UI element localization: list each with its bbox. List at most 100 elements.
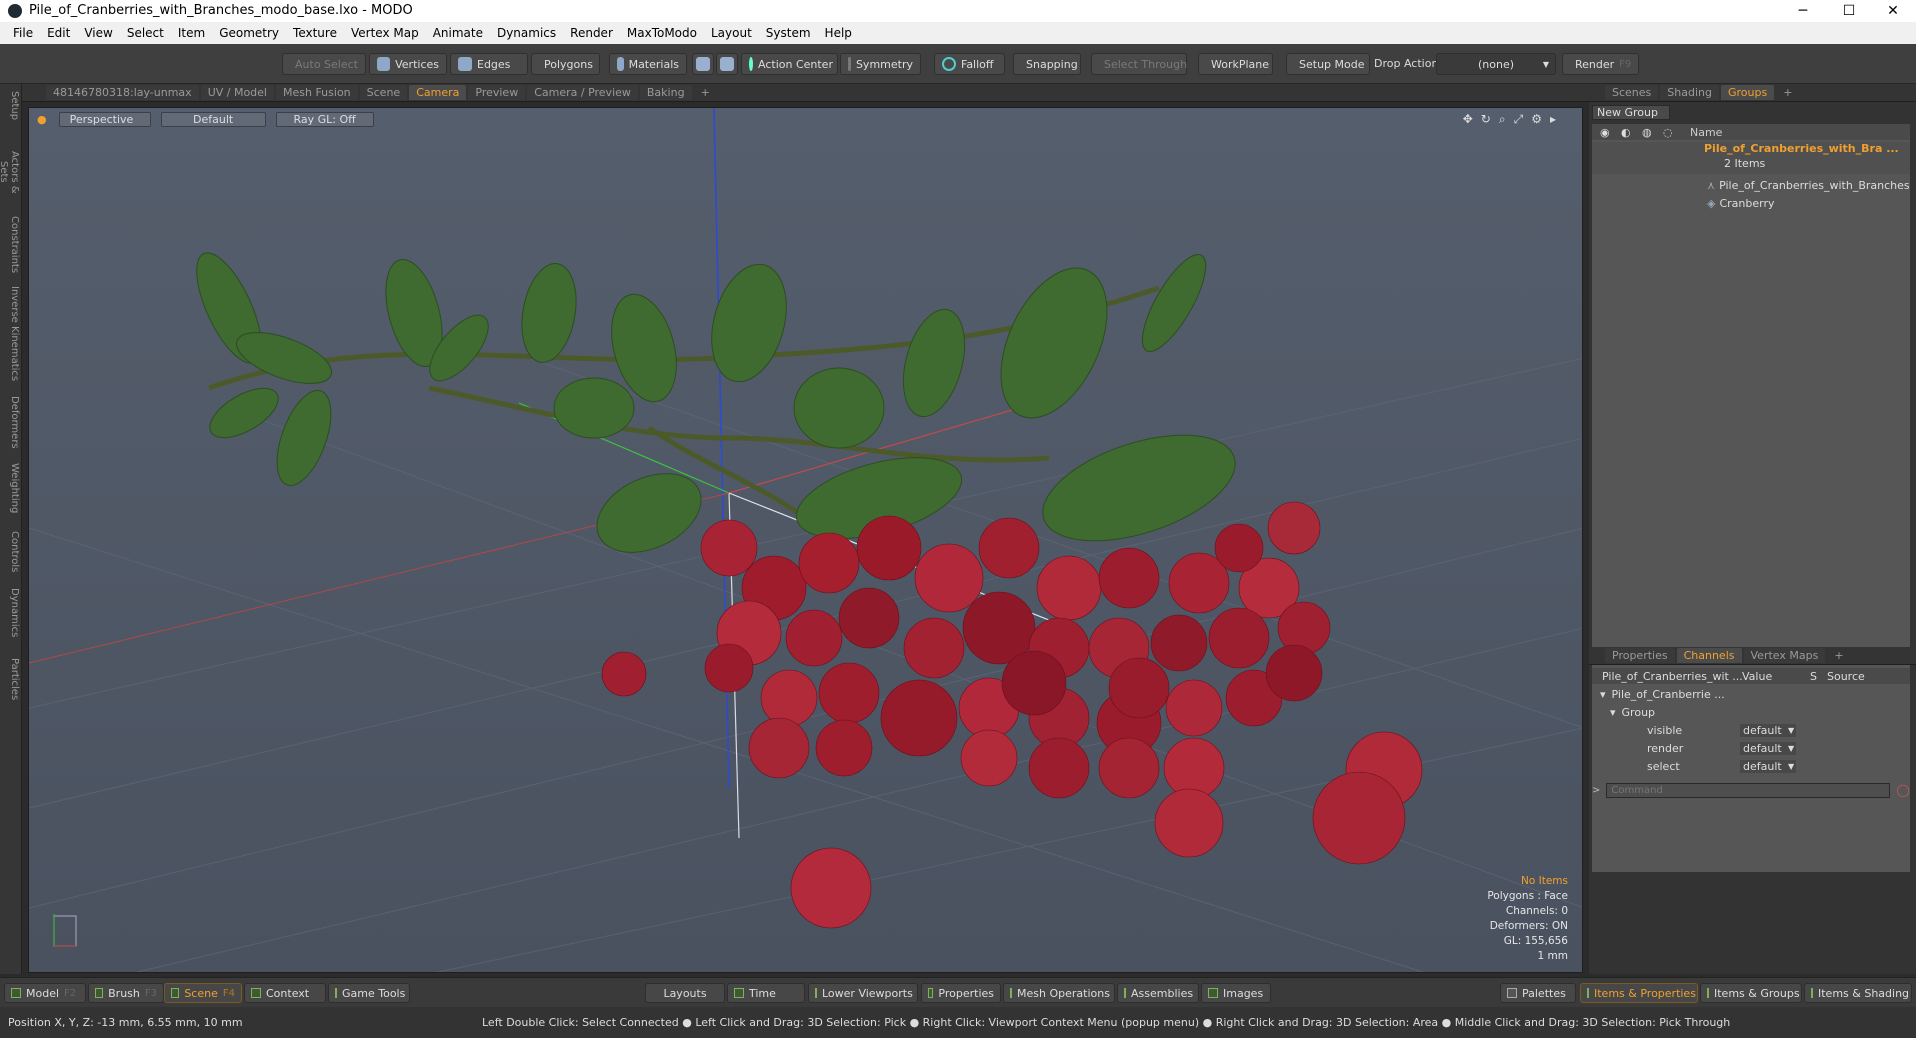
setup-mode-button[interactable]: Setup Mode <box>1286 53 1370 75</box>
menu-item[interactable]: Item <box>171 26 212 40</box>
menu-system[interactable]: System <box>759 26 818 40</box>
drop-action-select[interactable]: (none) ▼ <box>1436 53 1556 75</box>
3d-viewport[interactable]: ● Perspective Default Ray GL: Off ✥ ↻ ⌕ … <box>28 107 1583 973</box>
maximize-button[interactable]: ☐ <box>1826 0 1872 23</box>
gear-icon[interactable]: ⚙ <box>1531 112 1542 127</box>
main-toolbar: Auto Select Vertices Edges Polygons Mate… <box>0 44 1916 84</box>
tab-mesh-fusion[interactable]: Mesh Fusion <box>276 85 358 100</box>
vertices-button[interactable]: Vertices <box>369 53 447 75</box>
tab-groups[interactable]: Groups <box>1720 85 1775 100</box>
channel-row-visible[interactable]: visible default ▼ <box>1592 721 1910 739</box>
raygl-toggle[interactable]: Ray GL: Off <box>275 112 374 127</box>
viewport-menu-icon[interactable]: ● <box>35 112 49 127</box>
menu-help[interactable]: Help <box>818 26 859 40</box>
menu-maxtomodo[interactable]: MaxToModo <box>620 26 704 40</box>
minimize-button[interactable]: ─ <box>1780 0 1826 23</box>
tab-actors-sets[interactable]: Actors & Sets <box>0 139 20 205</box>
items-shading-button[interactable]: Items & Shading <box>1804 983 1912 1003</box>
properties-button[interactable]: Properties <box>921 983 1001 1003</box>
tab-controls[interactable]: Controls <box>2 526 20 578</box>
shading-select[interactable]: Default <box>160 112 266 127</box>
tab-constraints[interactable]: Constraints <box>2 214 20 276</box>
auto-select-button[interactable]: Auto Select <box>282 53 366 75</box>
brush-button[interactable]: Brush F3 <box>88 983 164 1003</box>
channel-row-select[interactable]: select default ▼ <box>1592 757 1910 775</box>
tab-baking[interactable]: Baking <box>639 85 692 100</box>
close-button[interactable]: ✕ <box>1870 0 1916 23</box>
add-tab-button[interactable]: + <box>694 85 717 100</box>
menu-edit[interactable]: Edit <box>40 26 77 40</box>
menu-vertex-map[interactable]: Vertex Map <box>344 26 426 40</box>
images-button[interactable]: Images <box>1201 983 1271 1003</box>
zoom-icon[interactable]: ⌕ <box>1499 112 1506 127</box>
items-properties-button[interactable]: Items & Properties <box>1580 983 1698 1003</box>
tab-layout[interactable]: 48146780318:lay-unmax <box>46 85 199 100</box>
falloff-button[interactable]: Falloff <box>934 53 1005 75</box>
tab-preview[interactable]: Preview <box>468 85 526 100</box>
fit-icon[interactable]: ⤢ <box>1514 112 1524 127</box>
channel-group-row[interactable]: ▾ Group <box>1610 703 1655 721</box>
tab-particles[interactable]: Particles <box>2 650 20 708</box>
tab-uv-model[interactable]: UV / Model <box>200 85 274 100</box>
action-center-button[interactable]: Action Center <box>741 53 838 75</box>
tab-setup[interactable]: Setup <box>2 88 20 124</box>
tab-scene[interactable]: Scene <box>359 85 408 100</box>
add-channel-tab-button[interactable]: + <box>1827 648 1850 663</box>
tab-weighting[interactable]: Weighting <box>2 458 20 518</box>
channel-row-render[interactable]: render default ▼ <box>1592 739 1910 757</box>
menu-select[interactable]: Select <box>120 26 171 40</box>
menu-animate[interactable]: Animate <box>426 26 490 40</box>
items-groups-button[interactable]: Items & Groups <box>1700 983 1802 1003</box>
rotate-icon[interactable]: ↻ <box>1481 112 1491 127</box>
tab-channels[interactable]: Channels <box>1676 648 1742 663</box>
menu-view[interactable]: View <box>77 26 119 40</box>
symmetry-button[interactable]: Symmetry <box>840 53 921 75</box>
mesh-operations-button[interactable]: Mesh Operations <box>1003 983 1115 1003</box>
channel-item-row[interactable]: ▾ Pile_of_Cranberrie ... <box>1600 685 1725 703</box>
tab-scenes[interactable]: Scenes <box>1605 85 1659 100</box>
group-child-row[interactable]: ◈ Cranberry <box>1707 194 1775 212</box>
menu-file[interactable]: File <box>6 26 40 40</box>
select-mode-b-button[interactable] <box>716 53 738 75</box>
select-mode-a-button[interactable] <box>692 53 714 75</box>
select-through-button[interactable]: Select Through <box>1091 53 1187 75</box>
more-icon[interactable]: ▸ <box>1550 112 1556 127</box>
snapping-button[interactable]: Snapping <box>1013 53 1081 75</box>
game-tools-button[interactable]: Game Tools <box>328 983 410 1003</box>
tab-deformers[interactable]: Deformers <box>2 394 20 450</box>
tab-camera[interactable]: Camera <box>409 85 467 100</box>
polygons-button[interactable]: Polygons <box>531 53 600 75</box>
tab-properties[interactable]: Properties <box>1605 648 1675 663</box>
tab-inverse-kinematics[interactable]: Inverse Kinematics <box>2 284 20 384</box>
menu-texture[interactable]: Texture <box>286 26 344 40</box>
add-panel-tab-button[interactable]: + <box>1776 85 1799 100</box>
workplane-button[interactable]: WorkPlane <box>1198 53 1273 75</box>
command-input[interactable] <box>1606 782 1891 798</box>
edges-button[interactable]: Edges <box>450 53 528 75</box>
palettes-button[interactable]: Palettes <box>1500 983 1576 1003</box>
tab-vertex-maps[interactable]: Vertex Maps <box>1743 648 1826 663</box>
lower-viewports-button[interactable]: Lower Viewports <box>808 983 918 1003</box>
new-group-button[interactable]: New Group <box>1592 105 1670 120</box>
tab-shading[interactable]: Shading <box>1660 85 1719 100</box>
assemblies-button[interactable]: Assemblies <box>1117 983 1199 1003</box>
materials-button[interactable]: Materials <box>609 53 687 75</box>
menu-geometry[interactable]: Geometry <box>212 26 286 40</box>
render-button[interactable]: Render F9 <box>1562 53 1639 75</box>
menu-dynamics[interactable]: Dynamics <box>490 26 563 40</box>
scene-button[interactable]: Scene F4 <box>164 983 242 1003</box>
group-child-row[interactable]: ⋏ Pile_of_Cranberries_with_Branches <box>1707 176 1910 194</box>
context-button[interactable]: Context <box>244 983 326 1003</box>
time-button[interactable]: Time <box>727 983 805 1003</box>
menu-render[interactable]: Render <box>563 26 620 40</box>
layouts-button[interactable]: Layouts <box>645 983 725 1003</box>
model-button[interactable]: Model F2 <box>4 983 86 1003</box>
record-icon[interactable]: ◯ <box>1896 783 1909 797</box>
group-row[interactable]: Pile_of_Cranberries_with_Bra ... 2 Items <box>1592 142 1910 174</box>
tab-dynamics[interactable]: Dynamics <box>2 584 20 642</box>
pan-icon[interactable]: ✥ <box>1463 112 1473 127</box>
tab-camera-preview[interactable]: Camera / Preview <box>527 85 638 100</box>
menu-layout[interactable]: Layout <box>704 26 759 40</box>
view-type-select[interactable]: Perspective <box>58 112 151 127</box>
viewport-tab-bar: 48146780318:lay-unmax UV / Model Mesh Fu… <box>22 84 1589 102</box>
